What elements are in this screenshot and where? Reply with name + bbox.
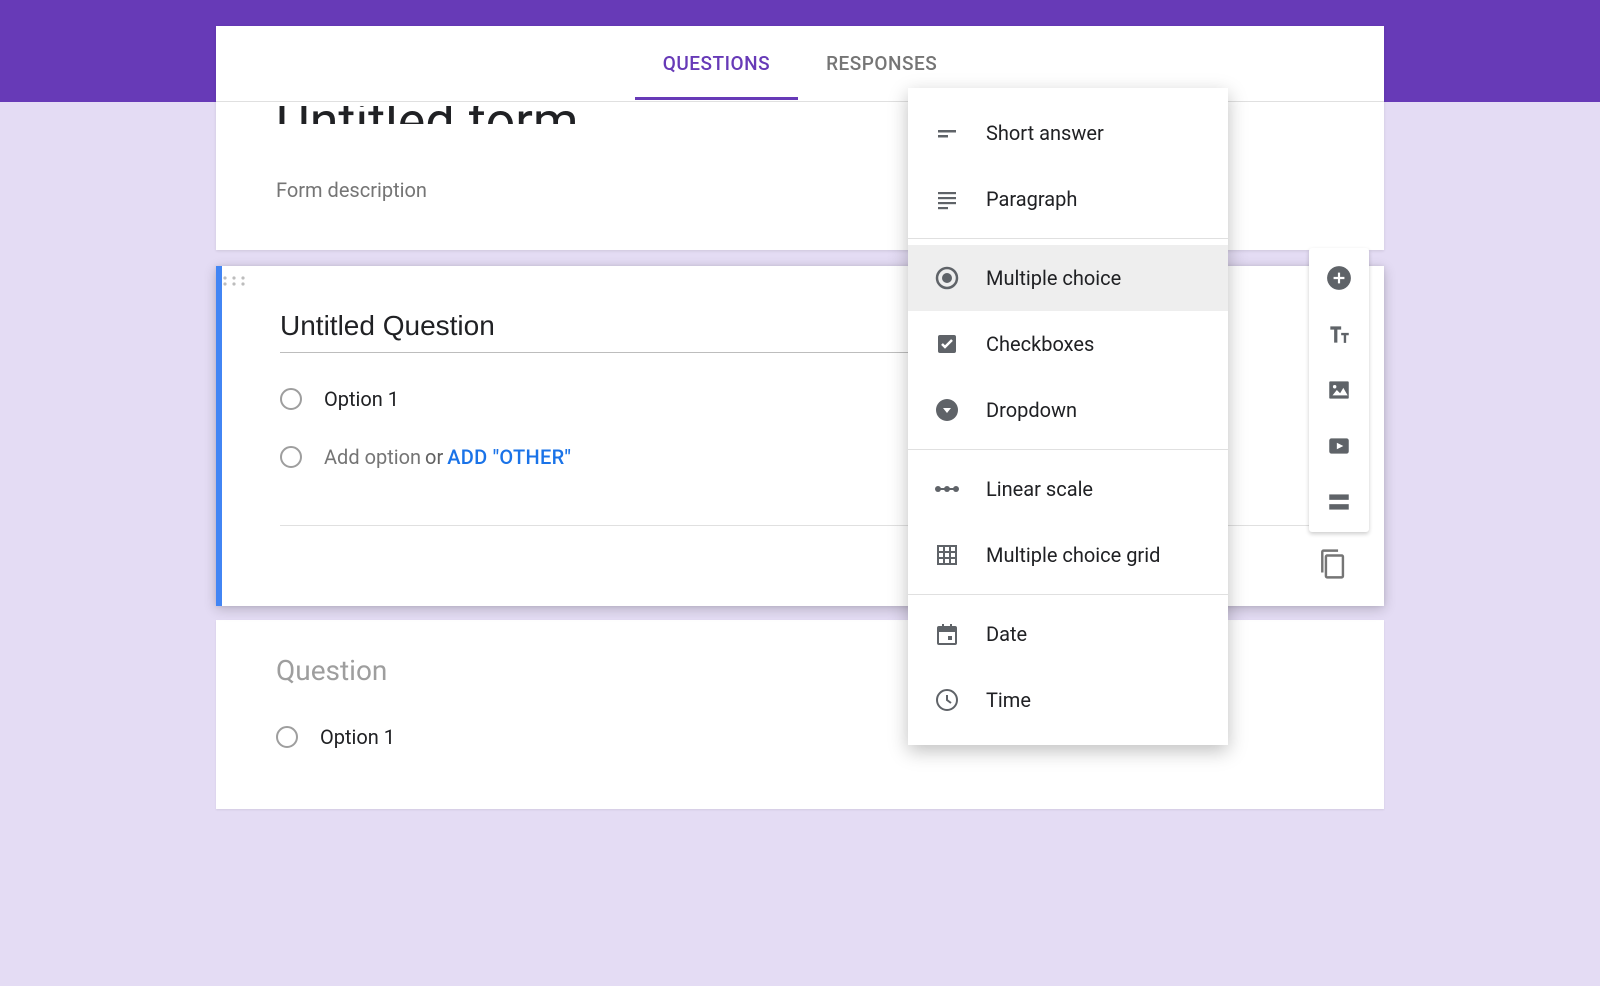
tab-questions[interactable]: QUESTIONS bbox=[659, 28, 774, 99]
menu-label: Short answer bbox=[986, 121, 1104, 145]
copy-icon bbox=[1317, 547, 1347, 581]
image-icon bbox=[1326, 377, 1352, 403]
menu-label: Checkboxes bbox=[986, 332, 1094, 356]
menu-label: Multiple choice bbox=[986, 266, 1121, 290]
menu-divider bbox=[908, 594, 1228, 595]
calendar-icon bbox=[934, 621, 960, 647]
section-icon bbox=[1326, 489, 1352, 515]
menu-item-paragraph[interactable]: Paragraph bbox=[908, 166, 1228, 232]
menu-label: Paragraph bbox=[986, 187, 1077, 211]
menu-item-multiple-choice[interactable]: Multiple choice bbox=[908, 245, 1228, 311]
add-other-button[interactable]: ADD "OTHER" bbox=[447, 445, 571, 469]
add-image-button[interactable] bbox=[1325, 376, 1353, 404]
video-icon bbox=[1326, 433, 1352, 459]
plus-circle-icon bbox=[1326, 265, 1352, 291]
or-label-text: or bbox=[425, 445, 443, 469]
menu-item-short-answer[interactable]: Short answer bbox=[908, 100, 1228, 166]
short-answer-icon bbox=[934, 120, 960, 146]
menu-item-mc-grid[interactable]: Multiple choice grid bbox=[908, 522, 1228, 588]
radio-selected-icon bbox=[934, 265, 960, 291]
question-type-menu: Short answer Paragraph Multiple choice C… bbox=[908, 88, 1228, 745]
linear-scale-icon bbox=[934, 476, 960, 502]
paragraph-icon bbox=[934, 186, 960, 212]
menu-item-dropdown[interactable]: Dropdown bbox=[908, 377, 1228, 443]
radio-icon bbox=[276, 726, 298, 748]
menu-label: Date bbox=[986, 622, 1027, 646]
add-option-placeholder[interactable]: Add option bbox=[324, 445, 421, 469]
radio-icon bbox=[280, 446, 302, 468]
menu-item-date[interactable]: Date bbox=[908, 601, 1228, 667]
menu-divider bbox=[908, 238, 1228, 239]
add-question-button[interactable] bbox=[1325, 264, 1353, 292]
radio-icon bbox=[280, 388, 302, 410]
add-title-button[interactable] bbox=[1325, 320, 1353, 348]
text-icon bbox=[1326, 321, 1352, 347]
duplicate-button[interactable] bbox=[1310, 542, 1354, 586]
question-title-input[interactable] bbox=[280, 304, 1000, 353]
menu-item-time[interactable]: Time bbox=[908, 667, 1228, 733]
option-1-text: Option 1 bbox=[320, 725, 395, 749]
menu-item-linear-scale[interactable]: Linear scale bbox=[908, 456, 1228, 522]
menu-label: Time bbox=[986, 688, 1031, 712]
menu-item-checkboxes[interactable]: Checkboxes bbox=[908, 311, 1228, 377]
menu-divider bbox=[908, 449, 1228, 450]
menu-label: Multiple choice grid bbox=[986, 543, 1160, 567]
checkbox-icon bbox=[934, 331, 960, 357]
menu-label: Dropdown bbox=[986, 398, 1077, 422]
menu-label: Linear scale bbox=[986, 477, 1093, 501]
add-video-button[interactable] bbox=[1325, 432, 1353, 460]
clock-icon bbox=[934, 687, 960, 713]
dropdown-icon bbox=[934, 397, 960, 423]
side-toolbar bbox=[1309, 248, 1369, 532]
grid-icon bbox=[934, 542, 960, 568]
add-section-button[interactable] bbox=[1325, 488, 1353, 516]
option-1-text[interactable]: Option 1 bbox=[324, 387, 399, 411]
